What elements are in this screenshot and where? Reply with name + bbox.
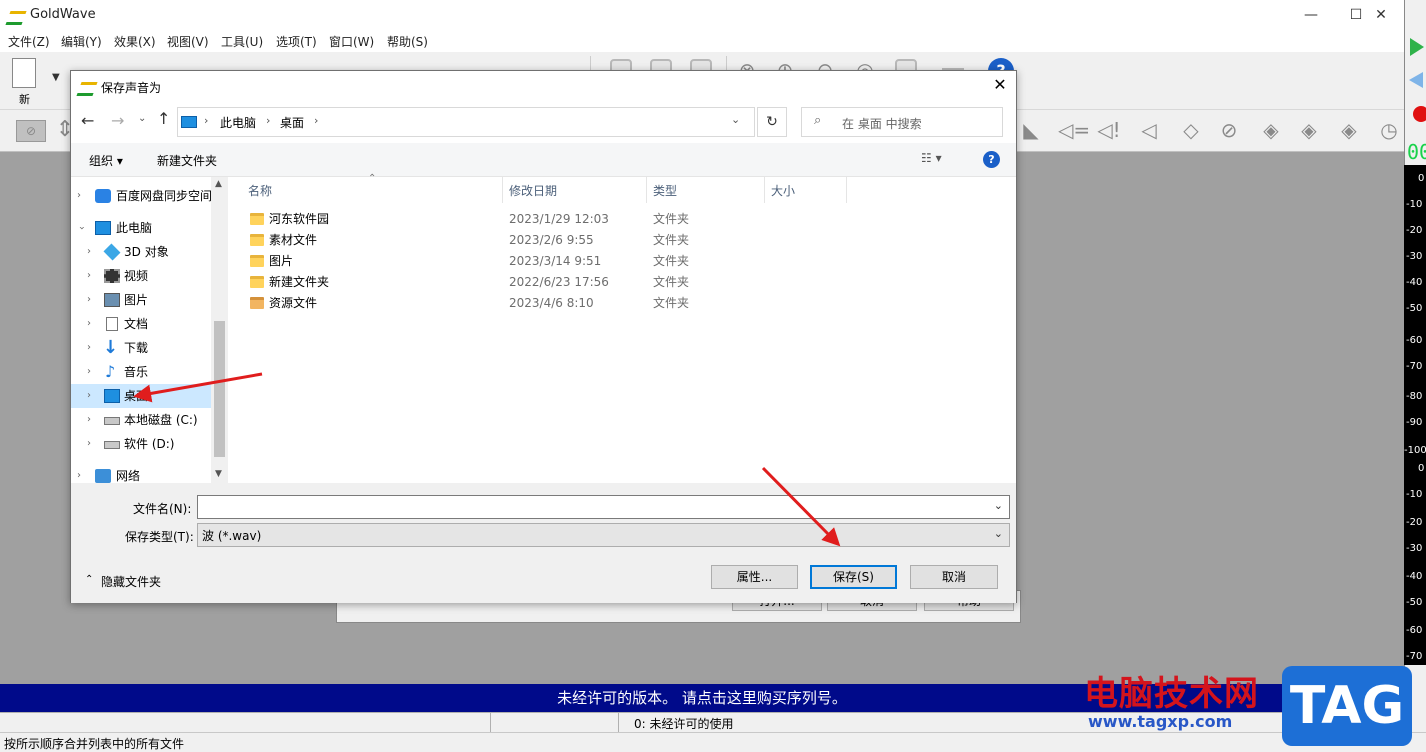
watermark-brand: 电脑技术网: [1084, 674, 1259, 714]
watermark-url: www.tagxp.com: [1088, 712, 1233, 731]
watermark: 电脑技术网 www.tagxp.com TAG: [1076, 664, 1426, 748]
watermark-tag-logo: TAG: [1282, 666, 1412, 746]
annotation-arrows: [133, 372, 841, 547]
arrow-to-save: [761, 466, 841, 547]
arrow-to-desktop: [133, 372, 263, 403]
goldwave-window: GoldWave — ☐ ✕ 文件(Z) 编辑(Y) 效果(X) 视图(V) 工…: [0, 0, 1426, 752]
